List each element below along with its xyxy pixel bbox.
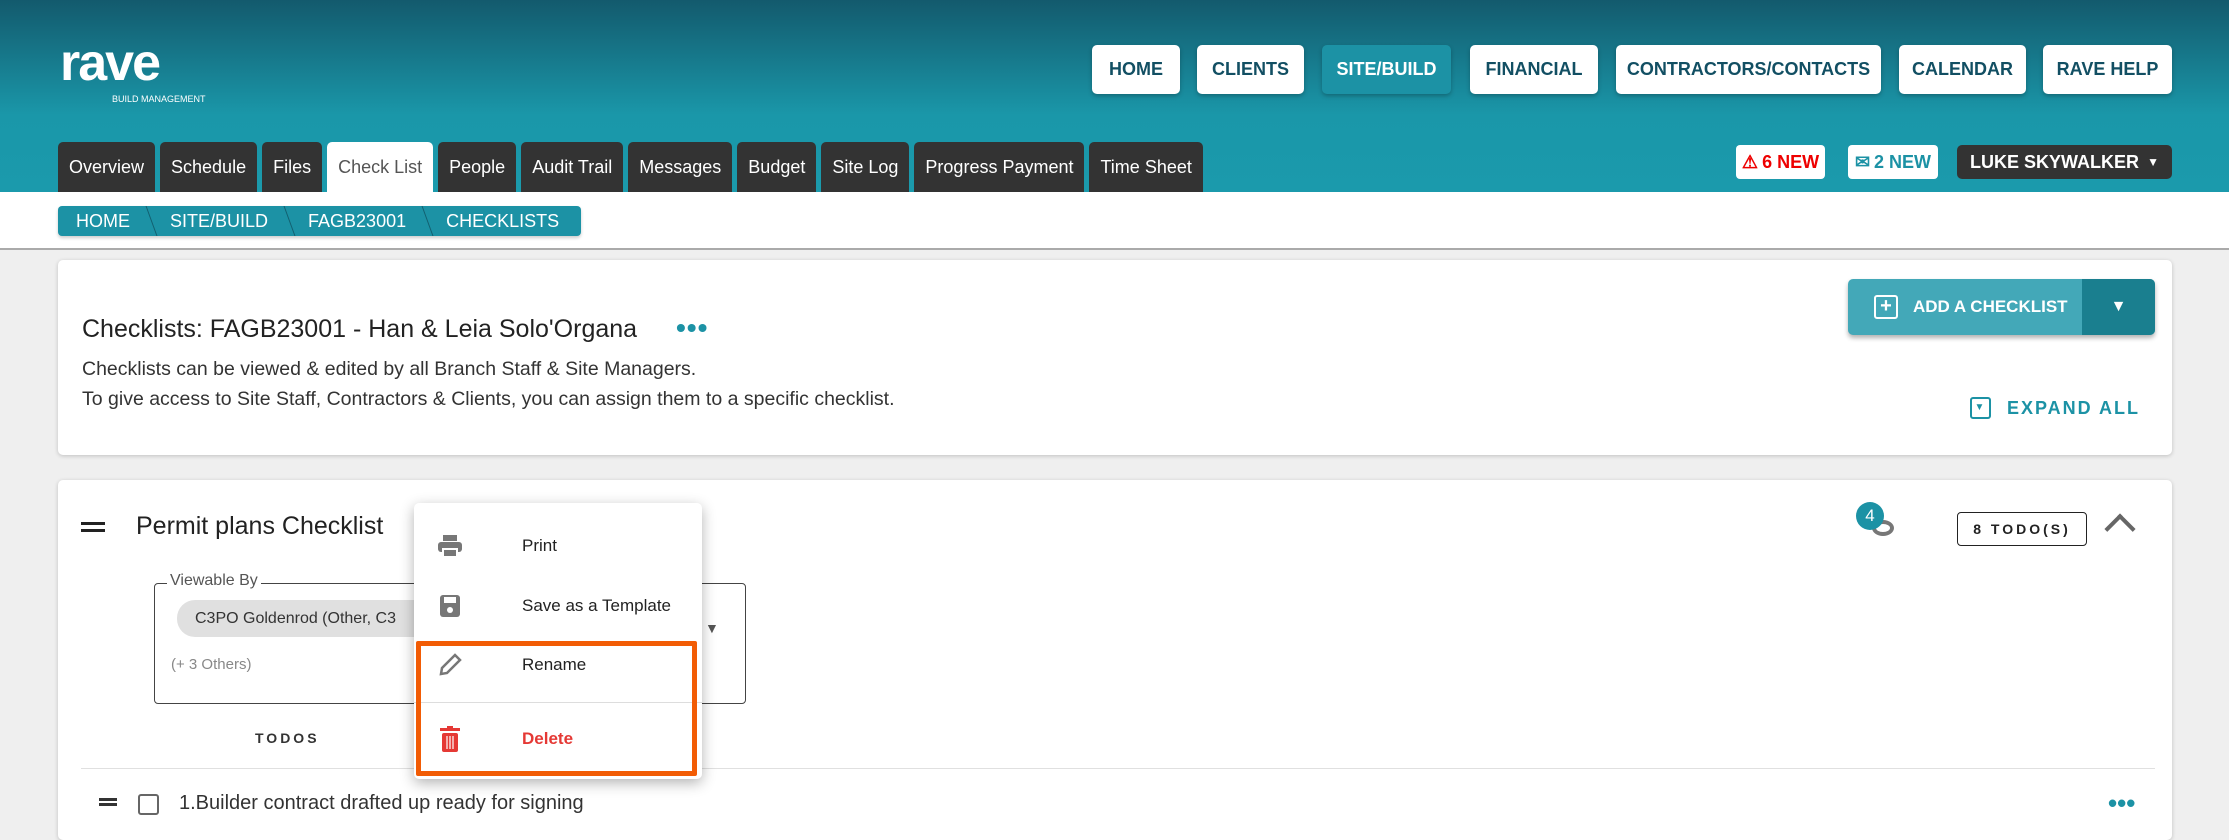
tab-site-log[interactable]: Site Log (821, 142, 910, 192)
todo-checkbox[interactable] (138, 794, 159, 815)
caret-down-icon[interactable]: ▼ (705, 620, 719, 636)
nav-rave-help[interactable]: RAVE HELP (2043, 45, 2172, 94)
tab-overview[interactable]: Overview (58, 142, 156, 192)
info-line-1: Checklists can be viewed & edited by all… (82, 358, 697, 380)
add-checklist-dropdown[interactable]: ▼ (2082, 279, 2155, 335)
viewable-by-label: Viewable By (167, 572, 261, 590)
todo-text[interactable]: 1.Builder contract drafted up ready for … (179, 792, 584, 815)
rave-logo[interactable]: rave BUILD MANAGEMENT (56, 40, 276, 110)
printer-icon (436, 532, 464, 560)
breadcrumb-site-build[interactable]: SITE/BUILD (152, 206, 290, 236)
tab-people[interactable]: People (438, 142, 517, 192)
tab-check-list[interactable]: Check List (327, 142, 434, 192)
checklist-context-menu: Print Save as a Template Rename Delete (414, 503, 702, 779)
tab-progress-payment[interactable]: Progress Payment (914, 142, 1085, 192)
nav-home[interactable]: HOME (1092, 45, 1180, 94)
save-icon (436, 592, 464, 620)
breadcrumb-home[interactable]: HOME (58, 206, 152, 236)
menu-item-save-template[interactable]: Save as a Template (414, 578, 702, 634)
tab-files[interactable]: Files (262, 142, 323, 192)
nav-clients[interactable]: CLIENTS (1197, 45, 1304, 94)
svg-text:BUILD MANAGEMENT: BUILD MANAGEMENT (112, 94, 206, 104)
tab-budget[interactable]: Budget (737, 142, 817, 192)
add-checklist-button[interactable]: + ADD A CHECKLIST ▼ (1848, 279, 2155, 335)
nav-calendar[interactable]: CALENDAR (1899, 45, 2026, 94)
warning-icon: ⚠ (1741, 151, 1759, 172)
caret-down-icon: ▼ (2147, 155, 2159, 169)
nav-contractors-contacts[interactable]: CONTRACTORS/CONTACTS (1616, 45, 1881, 94)
breadcrumb-project[interactable]: FAGB23001 (290, 206, 428, 236)
todos-header: TODOS (255, 730, 320, 746)
divider (81, 768, 2155, 769)
svg-text:rave: rave (60, 40, 160, 92)
plus-square-icon: + (1874, 295, 1898, 319)
envelope-icon: ✉ (1854, 151, 1871, 172)
expand-icon: ▼ (1970, 397, 1991, 419)
drag-handle-icon[interactable] (81, 522, 105, 532)
tab-time-sheet[interactable]: Time Sheet (1089, 142, 1203, 192)
expand-all-button[interactable]: ▼ EXPAND ALL (1970, 397, 2140, 419)
info-line-2: To give access to Site Staff, Contractor… (82, 388, 895, 410)
warnings-badge[interactable]: ⚠ 6 NEW (1736, 145, 1825, 179)
nav-financial[interactable]: FINANCIAL (1470, 45, 1598, 94)
others-count: (+ 3 Others) (171, 656, 252, 673)
more-options-icon[interactable]: ••• (676, 312, 708, 344)
checklists-summary-card: Checklists: FAGB23001 - Han & Leia Solo'… (58, 260, 2172, 455)
collapse-chevron-icon[interactable] (2104, 513, 2136, 545)
drag-handle-icon[interactable] (99, 798, 117, 806)
tab-schedule[interactable]: Schedule (160, 142, 258, 192)
messages-badge[interactable]: ✉ 2 NEW (1848, 145, 1938, 179)
menu-item-print[interactable]: Print (414, 518, 702, 574)
nav-site-build[interactable]: SITE/BUILD (1322, 45, 1451, 94)
breadcrumb: HOME SITE/BUILD FAGB23001 CHECKLISTS (58, 206, 582, 236)
checklist-title: Permit plans Checklist (136, 512, 384, 540)
todo-count-badge: 8 TODO(S) (1957, 512, 2087, 546)
breadcrumb-checklists[interactable]: CHECKLISTS (428, 206, 581, 236)
todo-row: 1.Builder contract drafted up ready for … (58, 780, 2172, 830)
highlight-box (416, 641, 697, 776)
tab-messages[interactable]: Messages (628, 142, 733, 192)
project-tabs: Overview Schedule Files Check List Peopl… (58, 142, 1203, 192)
page-title: Checklists: FAGB23001 - Han & Leia Solo'… (82, 315, 638, 343)
user-menu[interactable]: LUKE SKYWALKER ▼ (1957, 145, 2172, 179)
viewers-count-badge: 4 (1856, 502, 1884, 530)
tab-audit-trail[interactable]: Audit Trail (521, 142, 624, 192)
todo-more-icon[interactable]: ••• (2108, 788, 2135, 819)
checklist-card: Permit plans Checklist 4 8 TODO(S) Viewa… (58, 480, 2172, 840)
